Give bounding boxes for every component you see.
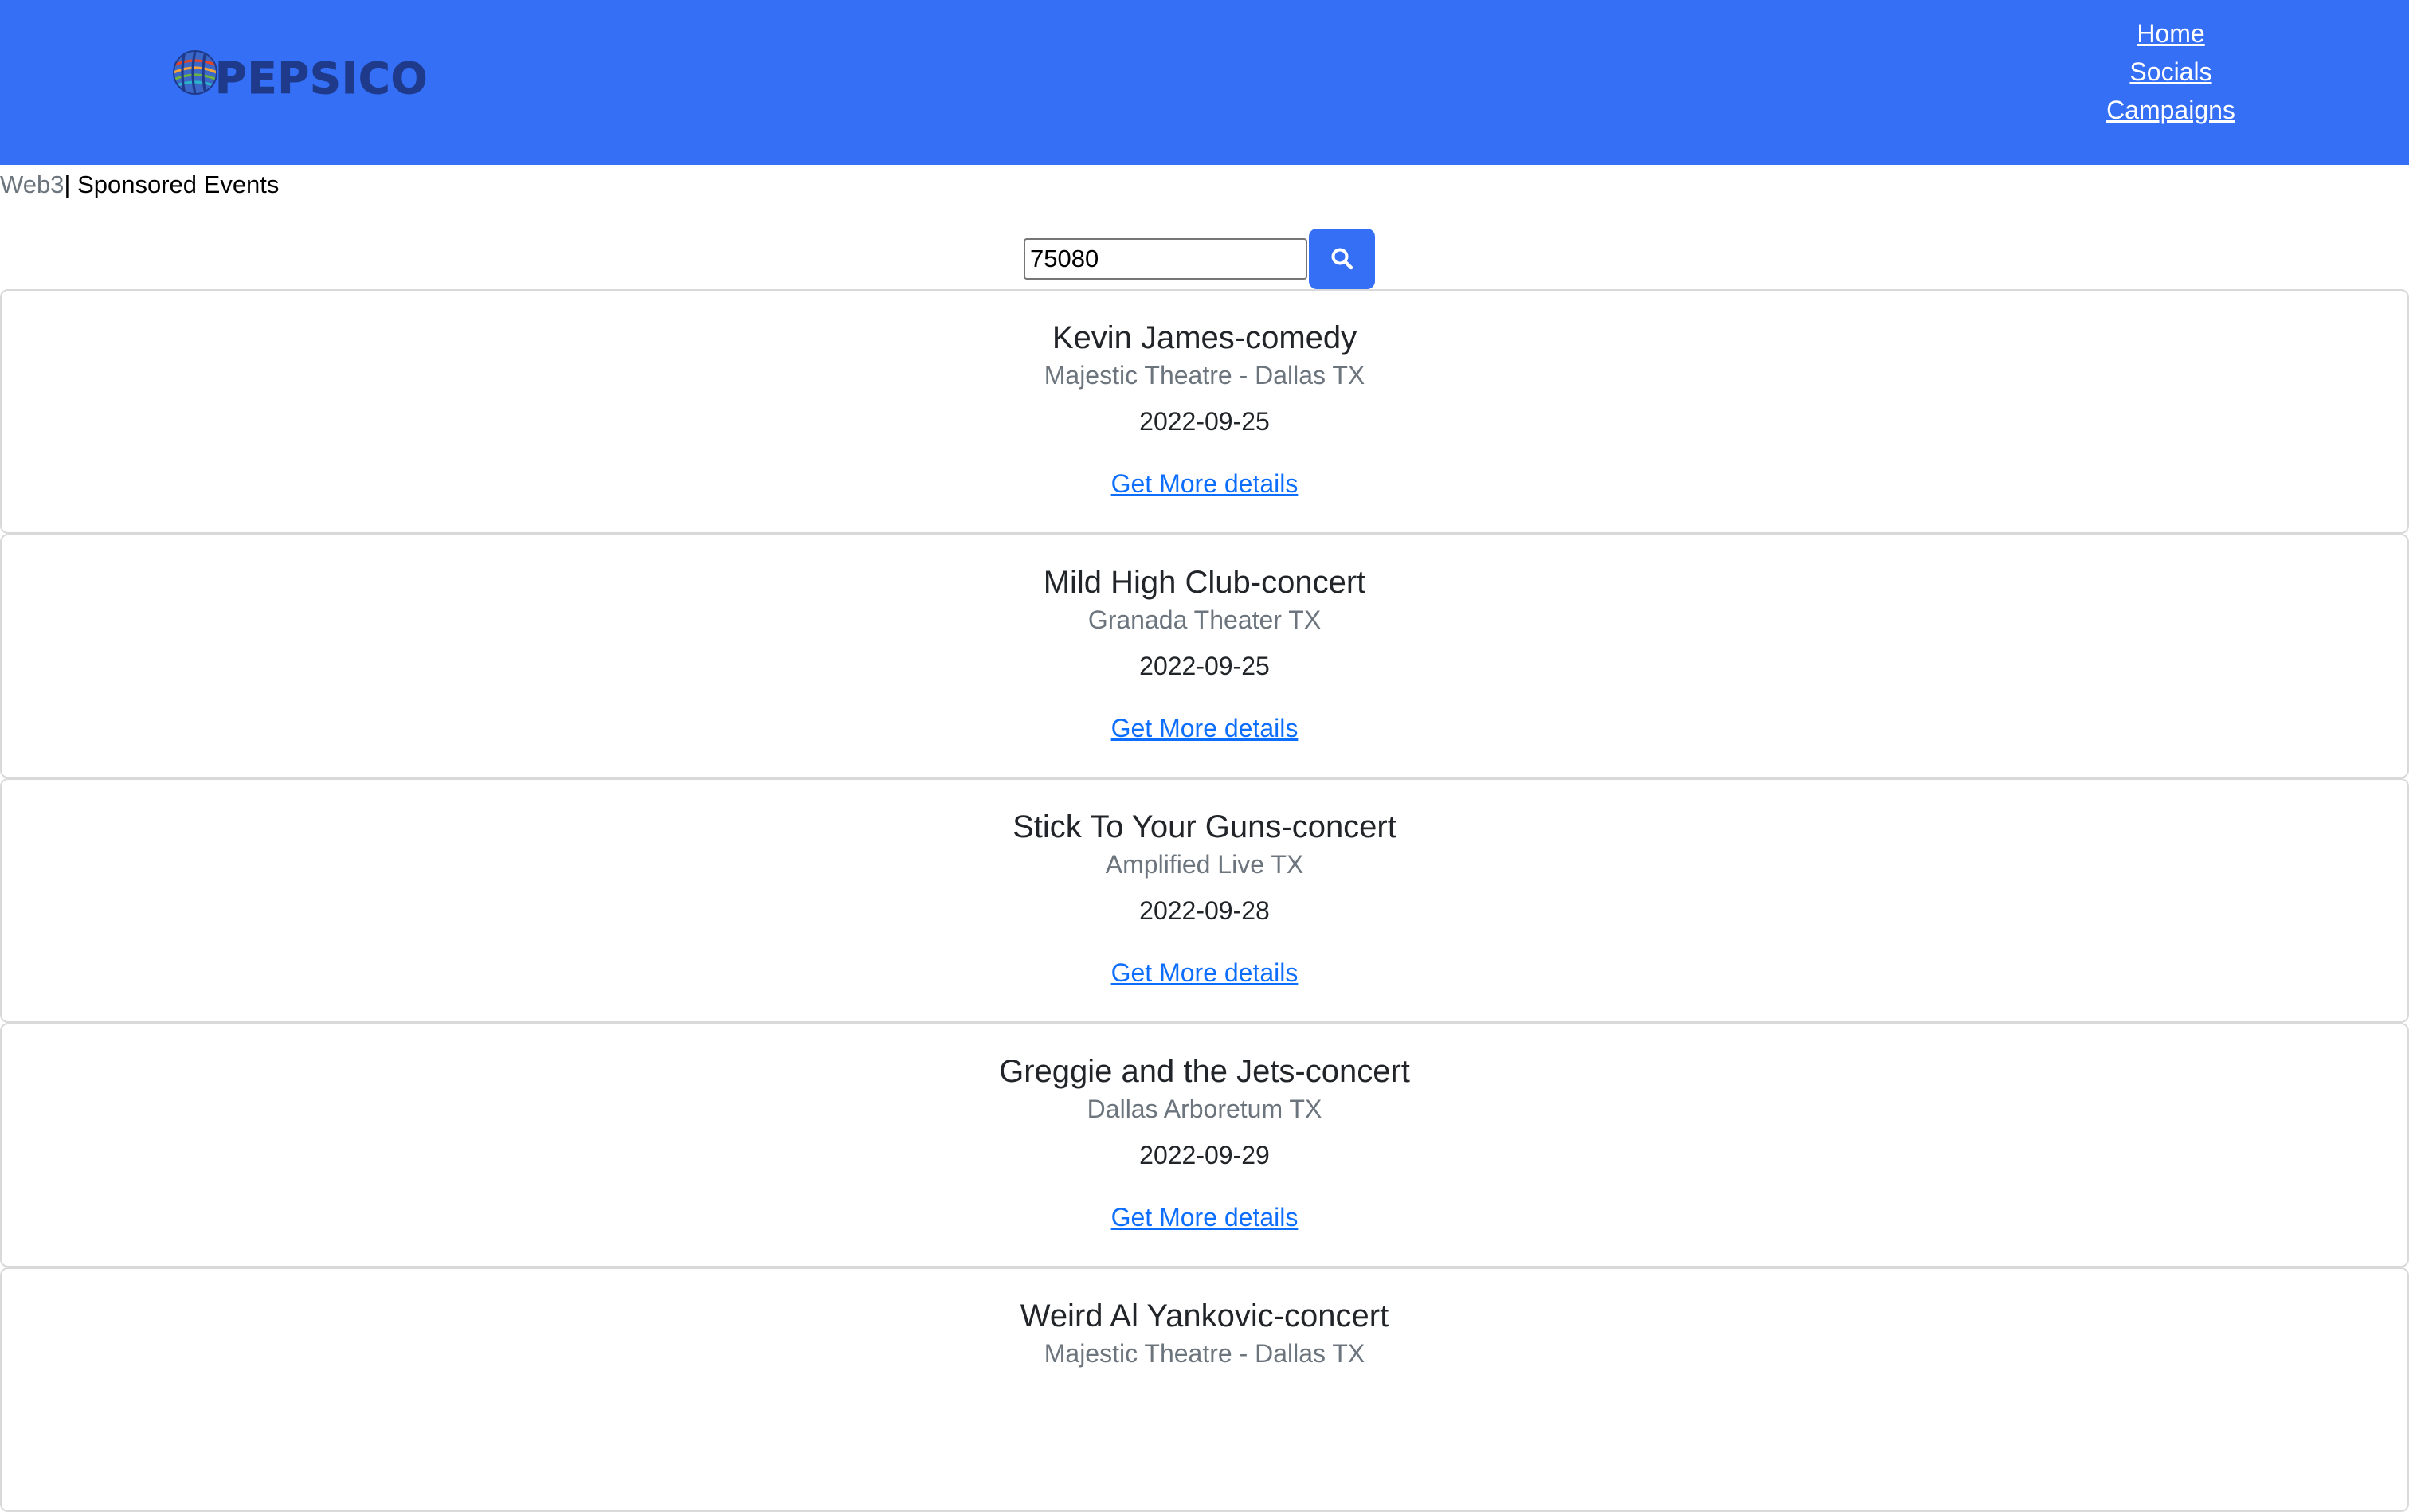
event-card: Weird Al Yankovic-concert Majestic Theat… [0, 1267, 2409, 1512]
event-list: Kevin James-comedy Majestic Theatre - Da… [0, 289, 2409, 1512]
event-date: 2022-09-29 [1139, 1141, 1270, 1169]
nav-link-campaigns[interactable]: Campaigns [2039, 91, 2302, 129]
event-details-link[interactable]: Get More details [1111, 955, 1299, 990]
event-title: Mild High Club-concert [1043, 565, 1366, 600]
event-venue: Majestic Theatre - Dallas TX [1044, 1339, 1365, 1368]
event-card: Stick To Your Guns-concert Amplified Liv… [0, 778, 2409, 1023]
breadcrumb-root[interactable]: Web3 [0, 170, 64, 198]
event-title: Stick To Your Guns-concert [1013, 809, 1396, 844]
event-card: Mild High Club-concert Granada Theater T… [0, 534, 2409, 778]
event-venue: Majestic Theatre - Dallas TX [1044, 361, 1365, 390]
brand-logo[interactable]: PEPSICO [170, 48, 429, 104]
event-date: 2022-09-25 [1139, 407, 1270, 436]
event-card: Kevin James-comedy Majestic Theatre - Da… [0, 289, 2409, 534]
event-title: Kevin James-comedy [1052, 320, 1357, 355]
event-title: Weird Al Yankovic-concert [1020, 1299, 1389, 1334]
zip-search-input[interactable] [1024, 238, 1307, 280]
main-nav: Home Socials Campaigns [2039, 14, 2302, 129]
event-venue: Amplified Live TX [1105, 850, 1304, 879]
pepsico-globe-icon [173, 50, 217, 95]
nav-link-socials[interactable]: Socials [2039, 53, 2302, 91]
event-details-link[interactable]: Get More details [1111, 711, 1299, 746]
search-bar [1024, 229, 1375, 289]
brand-wordmark: PEPSICO [215, 53, 429, 104]
breadcrumb: Web3| Sponsored Events [0, 169, 279, 201]
event-venue: Dallas Arboretum TX [1087, 1095, 1322, 1123]
search-icon [1331, 248, 1353, 270]
search-button[interactable] [1309, 229, 1375, 289]
event-date: 2022-09-25 [1139, 652, 1270, 680]
event-card: Greggie and the Jets-concert Dallas Arbo… [0, 1023, 2409, 1267]
breadcrumb-current: | Sponsored Events [64, 170, 280, 198]
event-venue: Granada Theater TX [1087, 605, 1322, 634]
event-details-link[interactable]: Get More details [1111, 466, 1299, 501]
site-header: PEPSICO Home Socials Campaigns [0, 0, 2409, 165]
event-details-link[interactable]: Get More details [1111, 1200, 1299, 1235]
event-title: Greggie and the Jets-concert [999, 1054, 1410, 1089]
nav-link-home[interactable]: Home [2039, 14, 2302, 53]
event-date: 2022-09-28 [1139, 896, 1270, 925]
